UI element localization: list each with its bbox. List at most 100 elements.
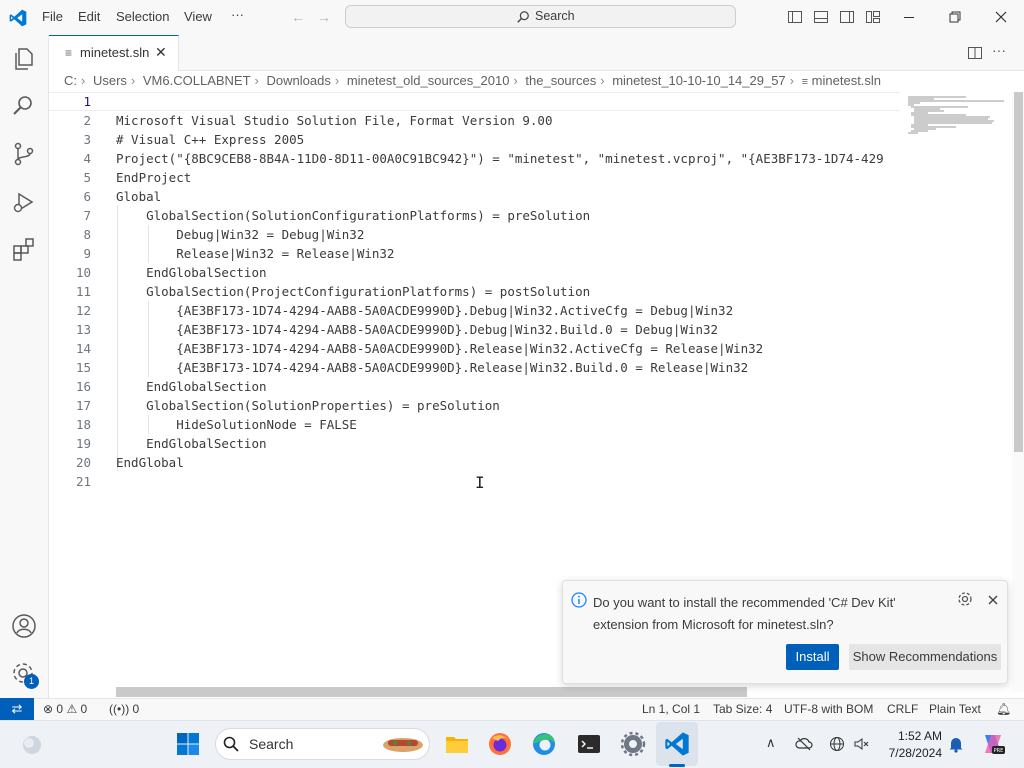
more-actions-icon[interactable]: ··· [992, 42, 1006, 58]
line-number: 3 [83, 132, 91, 147]
accounts-icon[interactable] [10, 612, 38, 640]
toggle-secondary-sidebar-icon[interactable] [839, 9, 855, 25]
settings-gear-icon[interactable] [619, 730, 647, 758]
code-line[interactable]: Project("{8BC9CEB8-8B4A-11D0-8D11-00A0C9… [116, 151, 900, 166]
line-number: 15 [75, 360, 91, 375]
running-indicator [669, 764, 685, 767]
encoding[interactable]: UTF-8 with BOM [784, 702, 873, 716]
extensions-icon[interactable] [10, 236, 38, 264]
notification-close-icon[interactable] [986, 593, 1000, 607]
code-line[interactable]: # Visual C++ Express 2005 [116, 132, 900, 147]
menu-view[interactable]: View [184, 9, 212, 24]
volume-muted-icon[interactable] [853, 736, 871, 752]
code-line[interactable]: HideSolutionNode = FALSE [116, 417, 900, 432]
restore-icon[interactable] [947, 9, 963, 25]
vscode-logo-icon [9, 9, 27, 27]
breadcrumb-item[interactable]: Downloads [267, 73, 331, 88]
code-line[interactable]: GlobalSection(SolutionProperties) = preS… [116, 398, 900, 413]
code-line[interactable]: EndGlobalSection [116, 436, 900, 451]
breadcrumb-file[interactable]: minetest.sln [812, 73, 881, 88]
menu-more[interactable]: ··· [231, 7, 244, 22]
line-number: 7 [83, 208, 91, 223]
minimap-preview [908, 96, 1004, 134]
line-number: 10 [75, 265, 91, 280]
show-recommendations-button[interactable]: Show Recommendations [849, 644, 1001, 670]
code-line[interactable]: {AE3BF173-1D74-4294-AAB8-5A0ACDE9990D}.R… [116, 341, 900, 356]
forward-arrow-icon[interactable]: → [315, 8, 333, 26]
info-icon [571, 592, 587, 608]
search-view-icon[interactable] [10, 92, 38, 120]
toggle-panel-icon[interactable] [813, 9, 829, 25]
breadcrumb-item[interactable]: Users [93, 73, 127, 88]
code-line[interactable]: EndProject [116, 170, 900, 185]
edge-browser-icon[interactable] [530, 730, 558, 758]
widgets-weather-icon[interactable] [18, 731, 46, 759]
code-line[interactable]: GlobalSection(SolutionConfigurationPlatf… [116, 208, 900, 223]
split-editor-icon[interactable] [967, 45, 983, 61]
back-arrow-icon[interactable]: ← [289, 8, 307, 26]
clock-date[interactable]: 7/28/2024 [872, 746, 942, 760]
code-line[interactable]: {AE3BF173-1D74-4294-AAB8-5A0ACDE9990D}.R… [116, 360, 900, 375]
vertical-scrollbar-thumb[interactable] [1014, 92, 1023, 452]
chevron-right-icon: › [600, 73, 605, 88]
menu-selection[interactable]: Selection [116, 9, 169, 24]
current-line-highlight [49, 92, 900, 111]
tab-size[interactable]: Tab Size: 4 [713, 702, 772, 716]
code-line[interactable]: Debug|Win32 = Debug|Win32 [116, 227, 900, 242]
ports-indicator[interactable]: ((•)) 0 [109, 702, 139, 716]
breadcrumb-item[interactable]: minetest_old_sources_2010 [347, 73, 510, 88]
close-window-icon[interactable] [993, 9, 1009, 25]
code-line[interactable]: {AE3BF173-1D74-4294-AAB8-5A0ACDE9990D}.D… [116, 303, 900, 318]
notification-settings-gear-icon[interactable] [957, 591, 973, 607]
code-line[interactable]: Microsoft Visual Studio Solution File, F… [116, 113, 900, 128]
end-of-line[interactable]: CRLF [887, 702, 918, 716]
problems-indicator[interactable]: ⊗ 0 ⚠ 0 [43, 702, 87, 716]
firefox-icon[interactable] [486, 730, 514, 758]
breadcrumb-item[interactable]: the_sources [525, 73, 596, 88]
tab-close-icon[interactable]: ✕ [155, 44, 167, 61]
breadcrumb-item[interactable]: C: [64, 73, 77, 88]
notifications-bell-icon[interactable]: 🔔︎ [996, 702, 1011, 716]
vscode-taskbar-icon[interactable] [663, 730, 691, 758]
code-line[interactable]: GlobalSection(ProjectConfigurationPlatfo… [116, 284, 900, 299]
minimize-icon[interactable] [901, 9, 917, 25]
source-control-icon[interactable] [10, 140, 38, 168]
explorer-icon[interactable] [10, 45, 38, 73]
cursor-position[interactable]: Ln 1, Col 1 [642, 702, 700, 716]
terminal-icon[interactable] [575, 730, 603, 758]
menu-file[interactable]: File [42, 9, 63, 24]
install-button[interactable]: Install [786, 644, 839, 670]
line-number: 14 [75, 341, 91, 356]
code-line[interactable]: Release|Win32 = Release|Win32 [116, 246, 900, 261]
line-number: 21 [75, 474, 91, 489]
onedrive-cloud-off-icon[interactable] [795, 736, 813, 752]
toggle-primary-sidebar-icon[interactable] [787, 9, 803, 25]
horizontal-scrollbar-thumb[interactable] [116, 687, 747, 697]
line-number: 18 [75, 417, 91, 432]
text-cursor-icon: I [475, 473, 485, 492]
code-line[interactable]: {AE3BF173-1D74-4294-AAB8-5A0ACDE9990D}.D… [116, 322, 900, 337]
breadcrumb-item[interactable]: VM6.COLLABNET [143, 73, 251, 88]
language-mode[interactable]: Plain Text [929, 702, 981, 716]
code-line[interactable]: EndGlobal [116, 455, 900, 470]
warning-count: 0 [80, 702, 88, 716]
windows-start-icon[interactable] [174, 730, 202, 758]
code-line[interactable]: Global [116, 189, 900, 204]
show-hidden-icons-chevron-icon[interactable]: ∧ [766, 735, 776, 751]
breadcrumb-item[interactable]: minetest_10-10-10_14_29_57 [612, 73, 785, 88]
file-explorer-icon[interactable] [443, 730, 471, 758]
line-number: 19 [75, 436, 91, 451]
file-lines-icon: ≡ [801, 76, 809, 88]
run-debug-icon[interactable] [10, 188, 38, 216]
network-globe-icon[interactable] [829, 736, 845, 752]
remote-indicator-icon[interactable]: ⇄ [0, 698, 34, 720]
code-line[interactable]: EndGlobalSection [116, 379, 900, 394]
line-number: 4 [83, 151, 91, 166]
code-line[interactable]: EndGlobalSection [116, 265, 900, 280]
clock-time[interactable]: 1:52 AM [896, 729, 942, 743]
notification-center-bell-icon[interactable] [948, 735, 964, 753]
menu-edit[interactable]: Edit [78, 9, 100, 24]
error-icon: ⊗ [43, 702, 54, 716]
copilot-icon[interactable]: PRE [980, 731, 1006, 757]
customize-layout-icon[interactable] [865, 9, 881, 25]
